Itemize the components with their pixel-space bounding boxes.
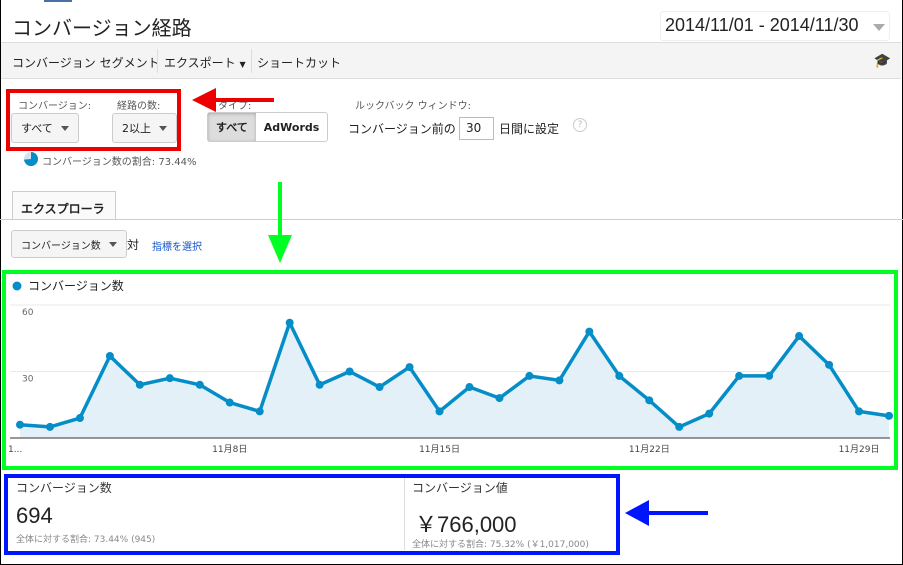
lookback-prefix: コンバージョン前の (348, 122, 456, 136)
annotation-blue-box (4, 474, 620, 555)
date-range-picker[interactable]: 2014/11/01 - 2014/11/30 (660, 11, 890, 41)
metric-value: コンバージョン数 (21, 240, 101, 252)
export-label: エクスポート (164, 56, 236, 70)
top-tab-indicator (44, 0, 72, 2)
metric-dropdown[interactable]: コンバージョン数 (11, 230, 127, 258)
blue-arrow-icon (625, 500, 708, 526)
chevron-down-icon (108, 242, 117, 251)
chevron-down-icon: ▼ (239, 60, 246, 69)
type-all-button[interactable]: すべて (208, 113, 256, 141)
pie-icon (24, 152, 38, 166)
lookback-suffix: 日間に設定 (499, 122, 560, 136)
chevron-down-icon (873, 24, 885, 37)
divider (251, 49, 252, 73)
tab-explorer[interactable]: エクスプローラ (12, 191, 116, 220)
date-range-text: 2014/11/01 - 2014/11/30 (665, 15, 859, 35)
type-adwords-button[interactable]: AdWords (256, 113, 328, 141)
annotation-red-box (6, 89, 181, 151)
vs-label: 対 (127, 238, 140, 252)
shortcut-button[interactable]: ショートカット (257, 54, 341, 71)
export-button[interactable]: エクスポート ▼ (164, 54, 246, 71)
conversion-segment-button[interactable]: コンバージョン セグメント (12, 54, 160, 71)
page-title: コンバージョン経路 (12, 16, 192, 40)
select-metric-link[interactable]: 指標を選択 (152, 238, 202, 253)
divider (157, 49, 158, 73)
green-arrow-icon (268, 182, 292, 263)
divider (0, 219, 903, 220)
help-icon[interactable]: ? (573, 118, 587, 132)
chart-highlight-box (2, 270, 898, 470)
graduation-cap-icon[interactable]: 🎓 (874, 53, 891, 69)
toolbar: コンバージョン セグメント エクスポート ▼ ショートカット 🎓 (1, 42, 901, 79)
share-text: コンバージョン数の割合: 73.44% (42, 157, 197, 168)
type-toggle: すべて AdWords (207, 112, 329, 142)
lookback-label: ルックバック ウィンドウ: (355, 101, 472, 112)
red-arrow-icon (192, 88, 274, 112)
lookback-days-input[interactable]: 30 (459, 117, 494, 140)
